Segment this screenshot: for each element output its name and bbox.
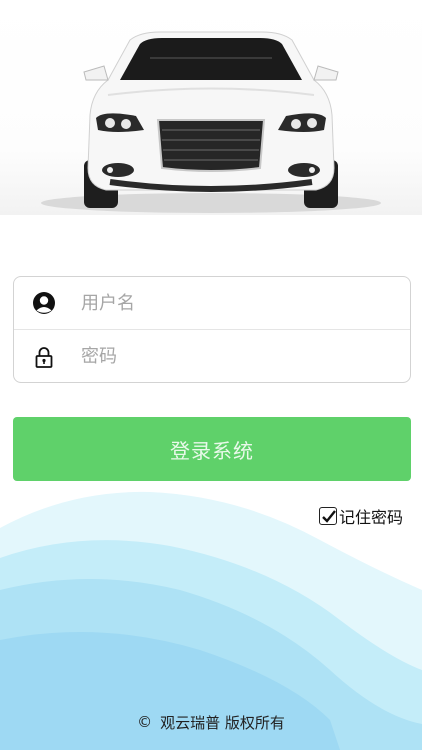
login-screen: 登录系统 记住密码 © 观云瑞普 版权所有 (0, 0, 422, 750)
password-row (14, 330, 410, 383)
footer: © 观云瑞普 版权所有 (0, 711, 422, 733)
copyright-text: 观云瑞普 版权所有 (160, 713, 285, 732)
username-row (14, 277, 410, 330)
copyright-icon: © (137, 713, 153, 731)
remember-password[interactable]: 记住密码 (319, 505, 403, 527)
car-hero-image (0, 0, 422, 215)
username-input[interactable] (81, 292, 381, 314)
checkmark-icon (322, 510, 336, 523)
remember-label[interactable]: 记住密码 (339, 504, 403, 528)
lock-icon (32, 345, 56, 369)
remember-checkbox[interactable] (319, 507, 337, 525)
user-icon (32, 291, 56, 315)
login-button[interactable]: 登录系统 (13, 417, 411, 481)
login-form (13, 276, 411, 383)
password-input[interactable] (81, 346, 381, 367)
